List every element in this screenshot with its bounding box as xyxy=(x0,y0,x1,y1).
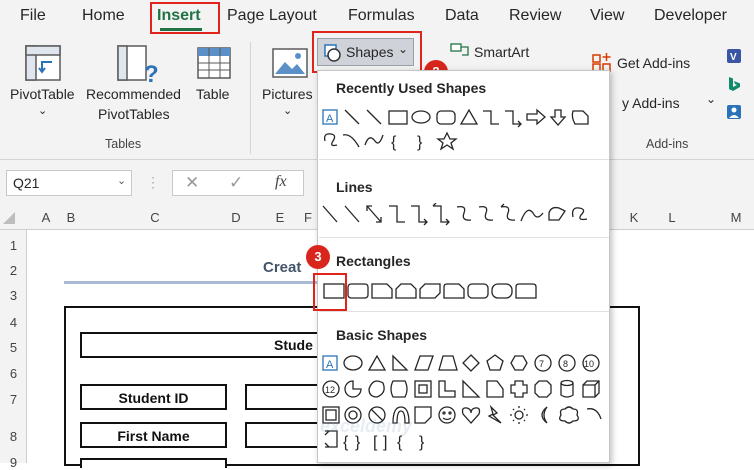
tab-home[interactable]: Home xyxy=(82,7,125,25)
enter-icon[interactable]: ✓ xyxy=(229,173,243,193)
pictures-label[interactable]: Pictures xyxy=(262,86,313,102)
column-header-l[interactable]: L xyxy=(662,210,682,225)
row-headers: 1 2 3 4 5 6 7 8 9 xyxy=(0,230,27,470)
column-header-f[interactable]: F xyxy=(298,210,318,225)
addins-group-label: Add-ins xyxy=(646,137,689,151)
name-box[interactable]: Q21 ⌄ xyxy=(6,170,132,196)
pivottable-icon[interactable] xyxy=(24,44,62,87)
people-graph-icon[interactable] xyxy=(726,104,742,125)
tab-data[interactable]: Data xyxy=(445,7,479,25)
row-header-1[interactable]: 1 xyxy=(0,238,27,253)
column-header-b[interactable]: B xyxy=(63,210,79,225)
smartart-icon[interactable] xyxy=(450,43,470,64)
tab-developer[interactable]: Developer xyxy=(654,7,727,25)
column-header-a[interactable]: A xyxy=(36,210,56,225)
active-tab-underline xyxy=(160,28,202,31)
table-icon[interactable] xyxy=(196,46,232,85)
step-badge-3: 3 xyxy=(306,245,330,269)
get-addins-label[interactable]: Get Add-ins xyxy=(617,55,690,71)
row-header-2[interactable]: 2 xyxy=(0,263,27,278)
pictures-chevron-icon[interactable]: ⌄ xyxy=(283,104,292,117)
section-divider xyxy=(319,159,609,160)
recommended-pivottables-label-1[interactable]: Recommended xyxy=(86,86,181,102)
lines-row[interactable] xyxy=(321,203,611,227)
rectangle-shape-highlight xyxy=(313,273,347,311)
smartart-label[interactable]: SmartArt xyxy=(474,44,529,60)
recent-shapes-title: Recently Used Shapes xyxy=(336,80,487,96)
lines-title: Lines xyxy=(336,179,373,195)
rectangles-row[interactable] xyxy=(321,281,611,303)
svg-text:10: 10 xyxy=(584,359,594,369)
column-header-m[interactable]: M xyxy=(724,210,748,225)
formula-bar-divider-icon: ⋮ xyxy=(146,174,160,190)
cancel-icon[interactable]: ✕ xyxy=(185,173,199,193)
next-field-label xyxy=(80,458,227,468)
pivottable-chevron-icon[interactable]: ⌄ xyxy=(38,104,47,117)
shapes-icon xyxy=(324,44,341,62)
section-divider xyxy=(319,311,609,312)
name-box-value: Q21 xyxy=(13,175,40,191)
shapes-chevron-icon: ⌄ xyxy=(398,42,409,56)
svg-text:7: 7 xyxy=(539,359,544,369)
select-all-icon[interactable] xyxy=(3,212,15,224)
formula-buttons: ✕ ✓ fx xyxy=(172,170,304,196)
shapes-label: Shapes xyxy=(346,44,394,60)
recommended-pivottables-label-2[interactable]: PivotTables xyxy=(98,106,170,122)
row-header-6[interactable]: 6 xyxy=(0,366,27,381)
tab-view[interactable]: View xyxy=(590,7,624,25)
svg-text:V: V xyxy=(730,52,737,63)
svg-text:A: A xyxy=(326,113,334,125)
tables-group-label: Tables xyxy=(105,137,142,151)
row-header-3[interactable]: 3 xyxy=(0,288,27,303)
basic-shapes-title: Basic Shapes xyxy=(336,327,428,343)
form-header[interactable]: Stude xyxy=(80,332,334,358)
column-header-k[interactable]: K xyxy=(624,210,644,225)
form-header-text: Stude xyxy=(274,337,313,353)
row-header-5[interactable]: 5 xyxy=(0,340,27,355)
svg-text:?: ? xyxy=(144,61,158,84)
tab-page-layout[interactable]: Page Layout xyxy=(227,7,317,25)
pictures-icon[interactable] xyxy=(272,48,308,83)
rectangles-title: Rectangles xyxy=(336,253,411,269)
student-id-label: Student ID xyxy=(80,384,227,410)
form-title: Creat xyxy=(263,259,302,276)
student-id-input[interactable] xyxy=(245,384,325,410)
svg-text:}: } xyxy=(419,434,425,451)
column-header-c[interactable]: C xyxy=(145,210,165,225)
recommended-pivottables-icon[interactable]: ? xyxy=(116,44,159,89)
table-label[interactable]: Table xyxy=(196,86,229,102)
watermark-logo: exceldemy xyxy=(320,416,413,436)
column-header-e[interactable]: E xyxy=(270,210,290,225)
first-name-label: First Name xyxy=(80,422,227,448)
title-underline xyxy=(64,281,318,284)
svg-text:{: { xyxy=(391,134,397,151)
svg-text:8: 8 xyxy=(563,359,568,369)
bing-icon[interactable] xyxy=(726,76,742,97)
basic-shapes-grid[interactable]: A 7 8 10 12 {} [] {} xyxy=(321,353,611,453)
shapes-gallery: Recently Used Shapes A { } Lines Rectang… xyxy=(317,70,610,463)
tab-formulas[interactable]: Formulas xyxy=(348,7,415,25)
svg-text:}: } xyxy=(417,134,423,151)
group-separator xyxy=(250,42,251,154)
name-box-chevron-icon[interactable]: ⌄ xyxy=(117,174,126,187)
section-divider xyxy=(319,237,609,238)
svg-text:A: A xyxy=(326,359,334,371)
insert-function-icon[interactable]: fx xyxy=(275,173,287,191)
tab-review[interactable]: Review xyxy=(509,7,561,25)
recent-shapes-row[interactable]: A { } xyxy=(321,107,611,155)
my-addins-chevron-icon[interactable]: ⌄ xyxy=(706,92,716,106)
first-name-input[interactable] xyxy=(245,422,325,448)
tab-file[interactable]: File xyxy=(20,7,46,25)
row-header-4[interactable]: 4 xyxy=(0,315,27,330)
visio-icon[interactable]: V xyxy=(726,48,742,69)
row-header-7[interactable]: 7 xyxy=(0,392,27,407)
svg-text:12: 12 xyxy=(325,385,335,395)
column-header-d[interactable]: D xyxy=(226,210,246,225)
row-header-8[interactable]: 8 xyxy=(0,429,27,444)
shapes-button[interactable]: Shapes ⌄ xyxy=(317,38,414,66)
pivottable-label[interactable]: PivotTable xyxy=(10,86,75,102)
my-addins-label[interactable]: y Add-ins xyxy=(622,95,680,111)
